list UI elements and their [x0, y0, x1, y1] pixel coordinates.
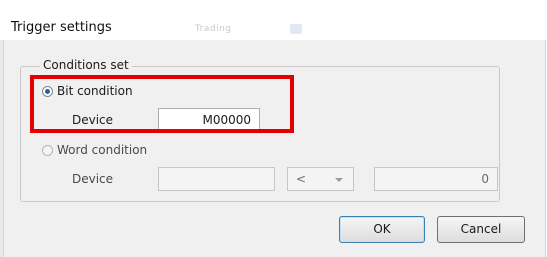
ok-button[interactable]: OK: [339, 216, 425, 243]
background-hint-icon: [290, 24, 302, 34]
compare-value-input[interactable]: 0: [374, 167, 498, 191]
word-device-input[interactable]: [158, 167, 275, 191]
chevron-down-icon: [335, 178, 343, 182]
operator-value: <: [296, 172, 307, 186]
bit-device-input[interactable]: M00000: [158, 108, 260, 132]
bit-condition-radio[interactable]: [42, 86, 53, 97]
title-bar: Trigger settings Trading: [0, 0, 547, 40]
cancel-button[interactable]: Cancel: [437, 216, 525, 243]
operator-select[interactable]: <: [287, 167, 354, 191]
word-condition-label[interactable]: Word condition: [57, 143, 147, 157]
bit-device-label: Device: [72, 113, 114, 127]
word-condition-radio[interactable]: [42, 145, 53, 156]
bit-condition-label[interactable]: Bit condition: [57, 84, 133, 98]
dialog-title: Trigger settings: [11, 20, 112, 35]
background-hint-text: Trading: [195, 24, 232, 34]
word-device-label: Device: [72, 172, 114, 186]
conditions-group-label: Conditions set: [40, 58, 132, 72]
